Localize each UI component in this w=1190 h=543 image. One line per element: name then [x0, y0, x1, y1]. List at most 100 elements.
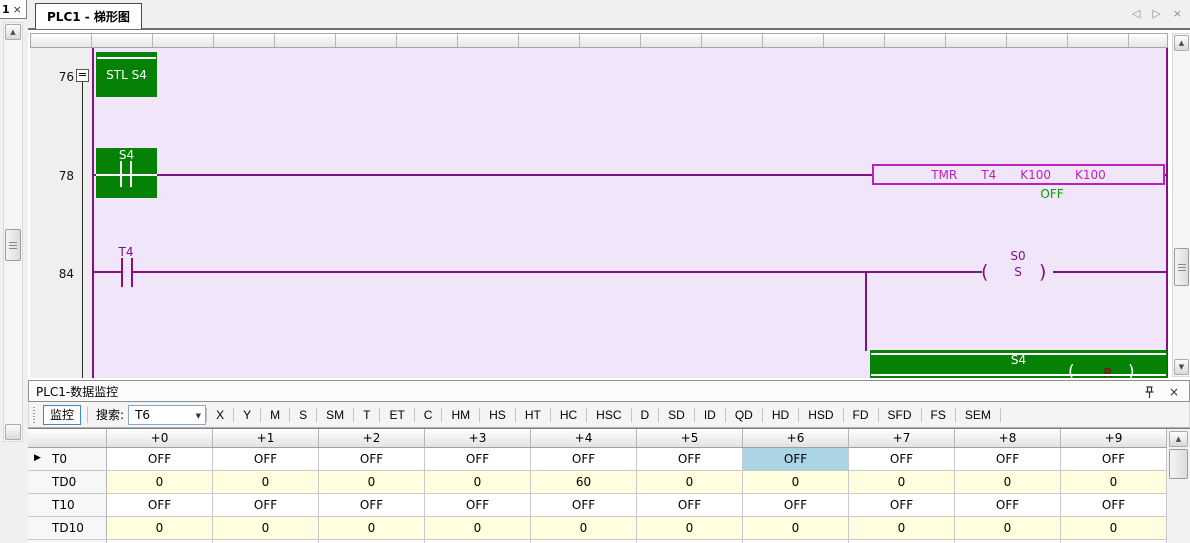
device-type-button-m[interactable]: M — [261, 405, 289, 425]
device-type-button-hsd[interactable]: HSD — [799, 405, 842, 425]
stl-instruction[interactable]: STL S4 — [96, 52, 157, 97]
scrollbar-thumb[interactable] — [5, 229, 21, 261]
table-cell[interactable]: OFF — [1061, 494, 1167, 517]
tmr-instruction[interactable]: TMR T4 K100 K100 — [872, 164, 1165, 185]
device-type-button-sem[interactable]: SEM — [956, 405, 1000, 425]
column-header[interactable]: +3 — [425, 429, 531, 448]
table-scrollbar[interactable]: ▲ — [1167, 428, 1190, 543]
table-cell[interactable]: OFF — [1061, 448, 1167, 471]
table-cell[interactable]: 0 — [849, 471, 955, 494]
table-cell[interactable]: OFF — [637, 448, 743, 471]
table-cell[interactable]: 0 — [531, 517, 637, 540]
search-combobox[interactable]: T6 ▼ — [128, 405, 206, 425]
table-cell[interactable]: 0 — [319, 517, 425, 540]
device-type-button-hs[interactable]: HS — [480, 405, 515, 425]
table-cell[interactable]: 0 — [1061, 471, 1167, 494]
table-cell[interactable]: OFF — [531, 494, 637, 517]
table-cell[interactable]: OFF — [213, 448, 319, 471]
table-cell[interactable]: 0 — [955, 471, 1061, 494]
device-type-button-sd[interactable]: SD — [659, 405, 694, 425]
column-header[interactable]: +0 — [107, 429, 213, 448]
device-type-button-c[interactable]: C — [415, 405, 442, 425]
pin-icon[interactable] — [1144, 386, 1155, 399]
row-label-t0[interactable]: ▶T0 — [28, 448, 107, 471]
tab-close-icon[interactable]: × — [1173, 7, 1182, 20]
row-label-t10[interactable]: T10 — [28, 494, 107, 517]
device-type-button-sfd[interactable]: SFD — [879, 405, 921, 425]
table-cell[interactable]: OFF — [637, 494, 743, 517]
ladder-canvas[interactable]: STL S4 S4 TMR T4 K100 K100 OFF — [90, 48, 1168, 378]
table-cell[interactable]: 0 — [743, 517, 849, 540]
scrollbar-thumb[interactable] — [1169, 449, 1188, 479]
scroll-up-icon[interactable]: ▲ — [1174, 35, 1189, 51]
table-cell[interactable]: 60 — [531, 471, 637, 494]
table-cell[interactable]: 0 — [1061, 517, 1167, 540]
table-cell[interactable]: 0 — [425, 517, 531, 540]
table-cell[interactable]: 0 — [213, 471, 319, 494]
device-type-button-sm[interactable]: SM — [317, 405, 353, 425]
device-type-button-fd[interactable]: FD — [844, 405, 878, 425]
column-header[interactable]: +9 — [1061, 429, 1167, 448]
set-coil[interactable]: S — [998, 265, 1038, 279]
table-cell[interactable]: 0 — [319, 471, 425, 494]
table-cell[interactable]: 0 — [637, 471, 743, 494]
scroll-down-icon[interactable] — [5, 424, 21, 440]
contact-s4-active[interactable]: S4 — [96, 148, 157, 198]
column-header[interactable]: +1 — [213, 429, 319, 448]
device-type-button-hc[interactable]: HC — [551, 405, 586, 425]
row-label-td10[interactable]: TD10 — [28, 517, 107, 540]
device-type-button-et[interactable]: ET — [380, 405, 413, 425]
table-cell[interactable]: OFF — [743, 448, 849, 471]
device-type-button-hd[interactable]: HD — [763, 405, 798, 425]
column-header[interactable]: +2 — [319, 429, 425, 448]
table-cell[interactable]: OFF — [955, 448, 1061, 471]
table-cell[interactable]: OFF — [849, 494, 955, 517]
device-type-button-fs[interactable]: FS — [922, 405, 955, 425]
device-type-button-qd[interactable]: QD — [726, 405, 762, 425]
panel-close-icon[interactable]: × — [1169, 385, 1179, 399]
table-cell[interactable]: OFF — [743, 494, 849, 517]
device-type-button-x[interactable]: X — [207, 405, 233, 425]
table-cell[interactable]: 0 — [955, 517, 1061, 540]
device-type-button-d[interactable]: D — [632, 405, 659, 425]
scroll-up-icon[interactable]: ▲ — [1169, 431, 1188, 447]
table-cell[interactable]: OFF — [955, 494, 1061, 517]
table-cell[interactable]: OFF — [425, 494, 531, 517]
device-type-button-ht[interactable]: HT — [516, 405, 550, 425]
collapse-toggle-icon[interactable] — [76, 69, 89, 82]
table-cell[interactable]: 0 — [849, 517, 955, 540]
scroll-down-icon[interactable]: ▼ — [1174, 359, 1189, 375]
nav-back-icon[interactable]: ◁ — [1132, 7, 1140, 20]
left-panel-tab[interactable]: 1 × — [0, 0, 27, 19]
device-type-button-hsc[interactable]: HSC — [587, 405, 630, 425]
table-cell[interactable]: OFF — [425, 448, 531, 471]
device-type-button-y[interactable]: Y — [234, 405, 260, 425]
column-header[interactable]: +7 — [849, 429, 955, 448]
chevron-down-icon[interactable]: ▼ — [196, 412, 201, 420]
device-type-button-id[interactable]: ID — [695, 405, 725, 425]
column-header[interactable]: +4 — [531, 429, 637, 448]
table-cell[interactable]: OFF — [531, 448, 637, 471]
nav-forward-icon[interactable]: ▷ — [1152, 7, 1160, 20]
column-header[interactable]: +5 — [637, 429, 743, 448]
table-cell[interactable]: OFF — [107, 448, 213, 471]
table-cell[interactable]: 0 — [743, 471, 849, 494]
panel-title-bar[interactable]: PLC1-数据监控 × — [28, 380, 1190, 402]
monitor-toggle-button[interactable]: 监控 — [43, 405, 81, 425]
scroll-up-icon[interactable]: ▲ — [5, 24, 21, 40]
table-cell[interactable]: OFF — [319, 494, 425, 517]
reset-coil-active[interactable]: S4 ( R ) — [870, 350, 1167, 378]
column-header[interactable]: +6 — [743, 429, 849, 448]
table-cell[interactable]: OFF — [107, 494, 213, 517]
table-cell[interactable]: OFF — [849, 448, 955, 471]
tab-ladder-editor[interactable]: PLC1 - 梯形图 — [35, 3, 142, 29]
column-header[interactable]: +8 — [955, 429, 1061, 448]
table-cell[interactable]: 0 — [425, 471, 531, 494]
ladder-scrollbar[interactable]: ▲ ▼ — [1172, 33, 1190, 377]
device-type-button-hm[interactable]: HM — [442, 405, 479, 425]
table-cell[interactable]: OFF — [213, 494, 319, 517]
table-cell[interactable]: 0 — [107, 471, 213, 494]
table-cell[interactable]: 0 — [637, 517, 743, 540]
scrollbar-thumb[interactable] — [1174, 248, 1189, 286]
table-cell[interactable]: OFF — [319, 448, 425, 471]
